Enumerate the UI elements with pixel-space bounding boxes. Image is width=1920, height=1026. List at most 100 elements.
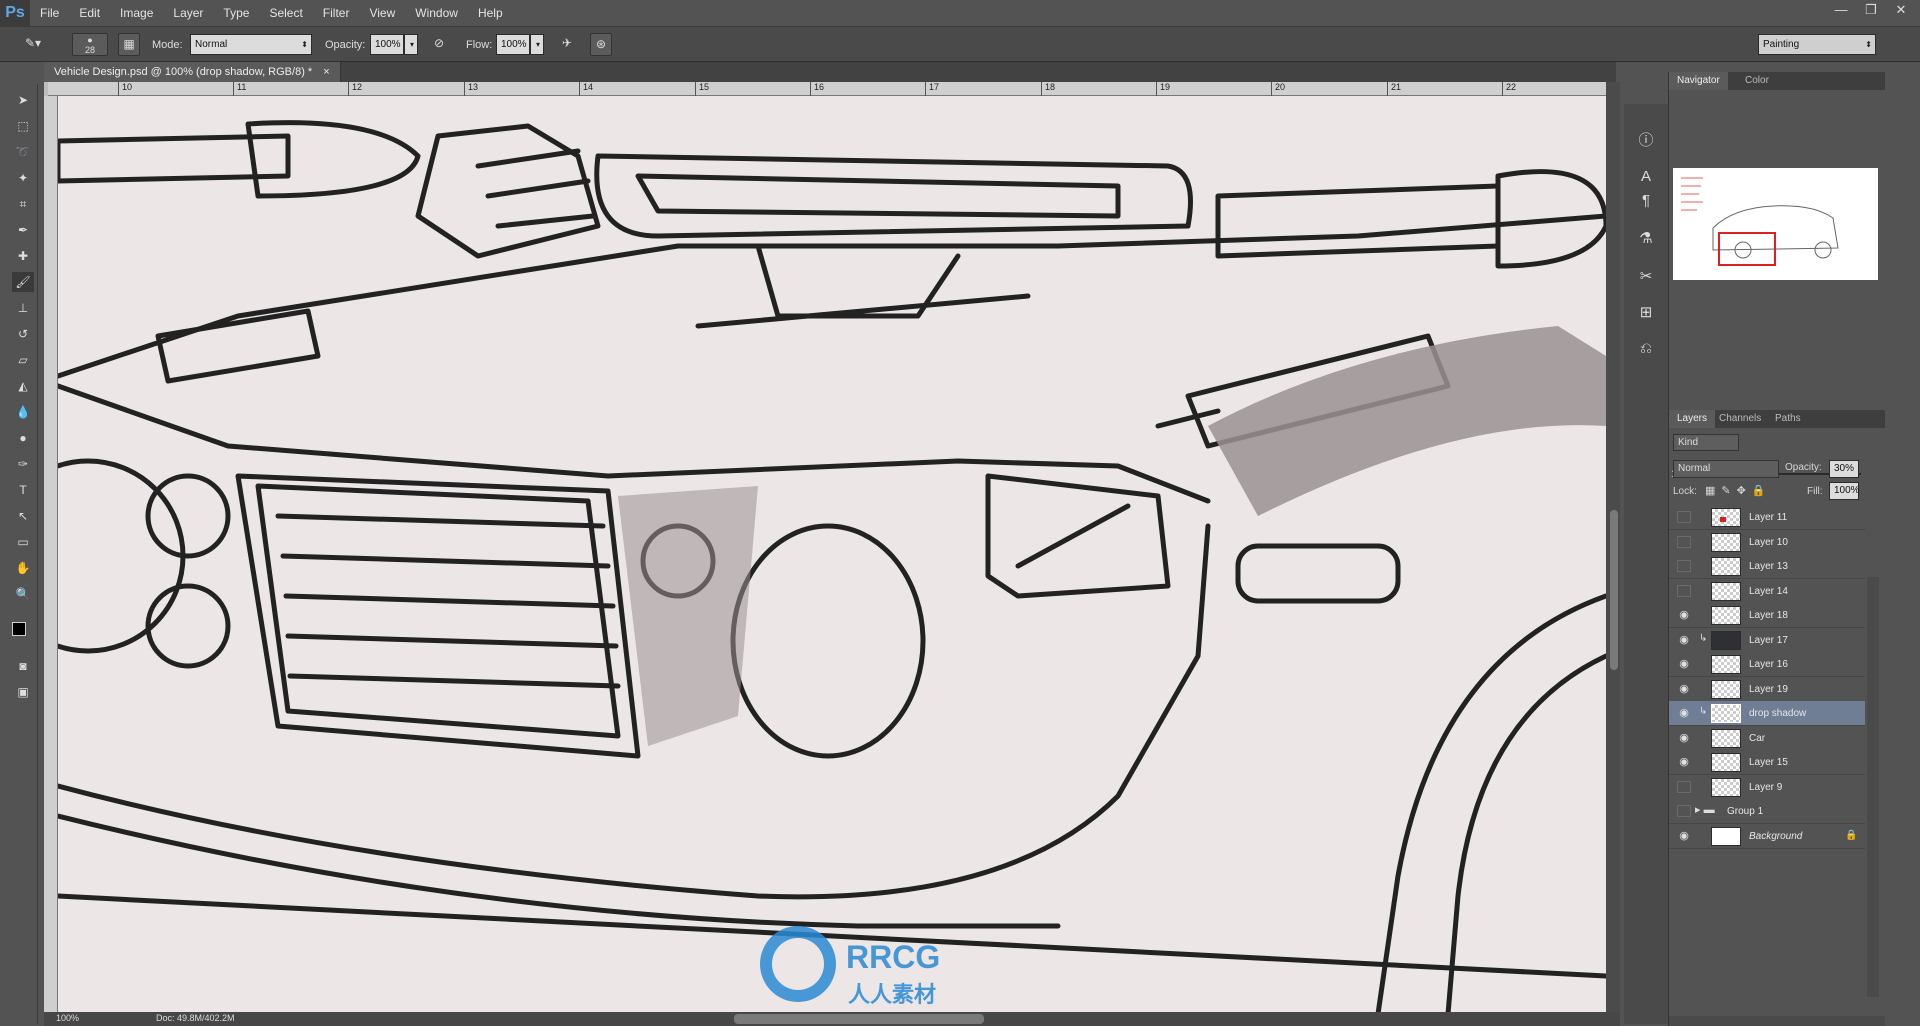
brush-presets-icon[interactable]: ⚗ (1633, 226, 1659, 252)
menu-select[interactable]: Select (259, 0, 312, 26)
brush-tool-preset-icon[interactable]: ✎▾ (22, 33, 44, 56)
crop-tool-icon[interactable]: ⌗ (12, 194, 34, 214)
pressure-size-icon[interactable]: ⊛ (590, 33, 612, 56)
eye-hidden-icon[interactable] (1677, 511, 1691, 523)
menu-help[interactable]: Help (468, 0, 513, 26)
brush-panel-icon[interactable]: ▦ (118, 33, 140, 56)
tool-presets-icon[interactable]: ✂ (1633, 264, 1659, 290)
layer-row[interactable]: Layer 10 (1669, 529, 1865, 555)
minimize-button[interactable]: — (1828, 0, 1854, 20)
clone-stamp-tool-icon[interactable]: ⊥ (12, 298, 34, 318)
layers-scrollbar[interactable] (1867, 577, 1879, 997)
layer-row[interactable]: ◉ Car (1669, 725, 1865, 751)
eyedropper-tool-icon[interactable]: ✒ (12, 220, 34, 240)
layer-fill-field[interactable]: 100% (1829, 482, 1860, 500)
document-tab[interactable]: Vehicle Design.psd @ 100% (drop shadow, … (44, 62, 341, 82)
mode-select[interactable]: Normal ⬍ (190, 34, 312, 55)
airbrush-icon[interactable]: ✈ (556, 33, 578, 56)
tab-channels[interactable]: Channels (1711, 410, 1769, 428)
vertical-ruler[interactable] (44, 96, 58, 1014)
eye-icon[interactable]: ◉ (1677, 732, 1691, 744)
opacity-field[interactable]: 100% (370, 34, 404, 55)
clone-source-icon[interactable]: ⊞ (1633, 300, 1659, 326)
eye-hidden-icon[interactable] (1677, 584, 1691, 597)
canvas[interactable]: RRCG 人人素材 (58, 96, 1606, 1014)
marquee-tool-icon[interactable]: ⬚ (12, 116, 34, 136)
layer-opacity-field[interactable]: 30% (1829, 460, 1859, 478)
layer-row[interactable]: Layer 14 (1669, 578, 1865, 604)
layer-thumbnail[interactable] (1711, 606, 1741, 625)
folder-icon[interactable]: ▸ ▬ (1695, 803, 1715, 816)
eye-hidden-icon[interactable] (1677, 535, 1691, 548)
layer-row[interactable]: ◉ ↳ drop shadow (1669, 701, 1865, 726)
paragraph-icon[interactable]: ¶ (1633, 188, 1659, 214)
menu-image[interactable]: Image (110, 0, 163, 26)
flow-dropdown[interactable]: ▾ (530, 34, 544, 55)
menu-filter[interactable]: Filter (313, 0, 360, 26)
horizontal-ruler[interactable]: 10 11 12 13 14 15 16 17 18 19 20 21 22 (48, 82, 1606, 96)
pressure-opacity-icon[interactable]: ⊘ (428, 33, 450, 56)
eye-icon[interactable]: ◉ (1677, 683, 1691, 695)
magic-wand-tool-icon[interactable]: ✦ (12, 168, 34, 188)
screen-mode-icon[interactable]: ▣ (12, 682, 34, 702)
eye-hidden-icon[interactable] (1677, 805, 1691, 817)
path-selection-tool-icon[interactable]: ↖ (12, 506, 34, 526)
pen-tool-icon[interactable]: ✑ (12, 454, 34, 474)
layer-thumbnail[interactable] (1711, 679, 1741, 699)
layer-thumbnail[interactable] (1711, 532, 1741, 552)
menu-edit[interactable]: Edit (69, 0, 110, 26)
menu-type[interactable]: Type (213, 0, 259, 26)
opacity-dropdown[interactable]: ▾ (404, 34, 418, 55)
document-size[interactable]: Doc: 49.8M/402.2M (156, 1013, 235, 1023)
eye-hidden-icon[interactable] (1677, 560, 1691, 572)
close-tab-icon[interactable]: × (323, 66, 329, 78)
layer-row[interactable]: Layer 9 (1669, 774, 1865, 800)
layer-thumbnail[interactable] (1711, 508, 1741, 527)
lasso-tool-icon[interactable]: ➰ (12, 142, 34, 162)
menu-window[interactable]: Window (405, 0, 468, 26)
layer-thumbnail[interactable] (1711, 655, 1741, 674)
layer-kind-filter[interactable]: Kind (1673, 434, 1739, 451)
lock-options-icons[interactable]: ▦✎✥🔒 (1705, 484, 1772, 497)
menu-view[interactable]: View (359, 0, 405, 26)
vertical-scroll-thumb[interactable] (1610, 510, 1618, 670)
eye-hidden-icon[interactable] (1677, 780, 1691, 793)
workspace-select[interactable]: Painting ⬍ (1758, 34, 1876, 55)
layer-row[interactable]: ◉ Layer 15 (1669, 750, 1865, 775)
zoom-tool-icon[interactable]: 🔍 (12, 584, 34, 604)
tab-navigator[interactable]: Navigator (1669, 72, 1728, 90)
tab-paths[interactable]: Paths (1767, 410, 1809, 428)
actions-icon[interactable]: ⎌ (1633, 336, 1659, 362)
layer-row[interactable]: Layer 13 (1669, 554, 1865, 579)
layer-thumbnail[interactable] (1711, 630, 1741, 650)
brush-tool-icon[interactable]: 🖌 (12, 272, 34, 292)
layers-footer-icons[interactable] (1669, 1016, 1885, 1026)
type-tool-icon[interactable]: T (12, 480, 34, 500)
menu-layer[interactable]: Layer (163, 0, 213, 26)
navigator-preview[interactable] (1673, 168, 1878, 280)
dodge-tool-icon[interactable]: ● (12, 428, 34, 448)
move-tool-icon[interactable]: ➤ (12, 90, 34, 110)
layer-thumbnail[interactable] (1711, 557, 1741, 576)
layer-blend-mode-select[interactable]: Normal (1673, 460, 1779, 478)
hand-tool-icon[interactable]: ✋ (12, 558, 34, 578)
history-brush-tool-icon[interactable]: ↺ (12, 324, 34, 344)
eraser-tool-icon[interactable]: ▱ (12, 350, 34, 370)
layer-thumbnail[interactable] (1711, 777, 1741, 797)
zoom-level[interactable]: 100% (56, 1013, 79, 1023)
layer-row[interactable]: ◉ ↳ Layer 17 (1669, 627, 1865, 653)
quick-mask-icon[interactable]: ◙ (12, 656, 34, 676)
rectangle-tool-icon[interactable]: ▭ (12, 532, 34, 552)
layer-thumbnail[interactable] (1711, 826, 1741, 846)
eye-icon[interactable]: ◉ (1677, 756, 1691, 768)
layer-thumbnail[interactable] (1711, 728, 1741, 748)
character-icon[interactable]: A (1633, 164, 1659, 190)
layer-thumbnail[interactable] (1711, 704, 1741, 723)
eye-icon[interactable]: ◉ (1677, 830, 1691, 842)
layer-row[interactable]: Layer 11 (1669, 505, 1865, 530)
layer-thumbnail[interactable] (1711, 581, 1741, 601)
layer-row[interactable]: ◉ Layer 18 (1669, 603, 1865, 628)
healing-brush-tool-icon[interactable]: ✚ (12, 246, 34, 266)
layer-row[interactable]: ◉ Layer 19 (1669, 676, 1865, 702)
eye-icon[interactable]: ◉ (1677, 609, 1691, 621)
